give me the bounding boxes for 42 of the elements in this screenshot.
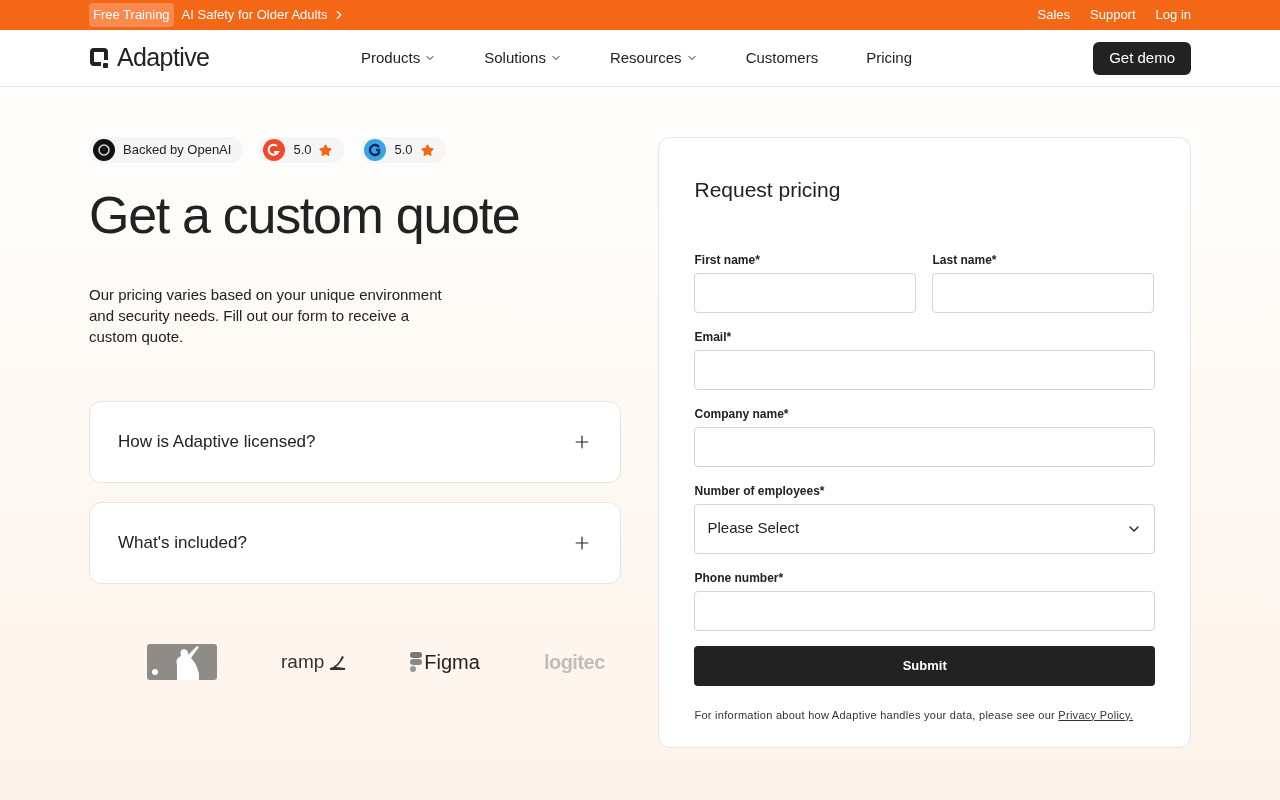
text-field[interactable] (932, 272, 1155, 313)
star-icon (319, 143, 333, 157)
privacy-note: For information about how Adaptive handles your data, please see our Privacy Policy. (694, 707, 1135, 723)
faq-item[interactable]: What's included? (89, 502, 622, 584)
badge-text: 5.0 (394, 141, 413, 160)
text-field[interactable] (694, 590, 1155, 631)
text-field[interactable] (694, 272, 917, 313)
privacy-link[interactable]: Privacy Policy. (1058, 708, 1134, 721)
ramp-logo-text: ramp (281, 649, 325, 674)
logo-icon (89, 47, 109, 69)
badge-text: 5.0 (293, 141, 312, 160)
nav-item[interactable]: Resources (609, 46, 698, 70)
text-field[interactable] (694, 349, 1155, 390)
baseball-logo-icon (147, 644, 217, 680)
field-label: Number of employees* (694, 482, 826, 500)
field-label: First name* (694, 251, 761, 269)
nav-item[interactable]: Customers (745, 46, 819, 70)
field-label: Last name* (932, 251, 998, 269)
page-title: Get a custom quote (89, 185, 521, 246)
g-logo-icon (364, 139, 387, 161)
field-label: Phone number* (694, 569, 785, 587)
star-icon (420, 143, 434, 157)
faq-item[interactable]: How is Adaptive licensed? (89, 401, 622, 483)
hero-description: Our pricing varies based on your unique environment and security needs. Fill out our form to receive a custom quote. (89, 285, 443, 347)
field-label: Email* (694, 328, 733, 346)
field-label: Company name* (694, 405, 790, 423)
logo-text: Adaptive (117, 42, 210, 74)
figma-logo-text: Figma (424, 650, 480, 675)
demo-button[interactable]: Get demo (1093, 41, 1191, 75)
training-badge: Free Training (89, 3, 174, 27)
nav-item[interactable]: Pricing (866, 46, 912, 70)
nav-item[interactable]: Products (361, 46, 437, 70)
form-title: Request pricing (694, 177, 842, 203)
openai-logo-icon (93, 139, 115, 161)
nav-item[interactable]: Solutions (484, 46, 562, 70)
figma-logo-icon (410, 652, 423, 672)
logitech-logo-text: logitec (543, 650, 605, 675)
employees-select[interactable]: Please Select (694, 503, 1155, 554)
text-field[interactable] (694, 426, 1155, 467)
submit-button[interactable]: Submit (694, 645, 1155, 686)
badge-text: Backed by OpenAI (123, 141, 232, 160)
ramp-logo-icon (328, 654, 347, 670)
